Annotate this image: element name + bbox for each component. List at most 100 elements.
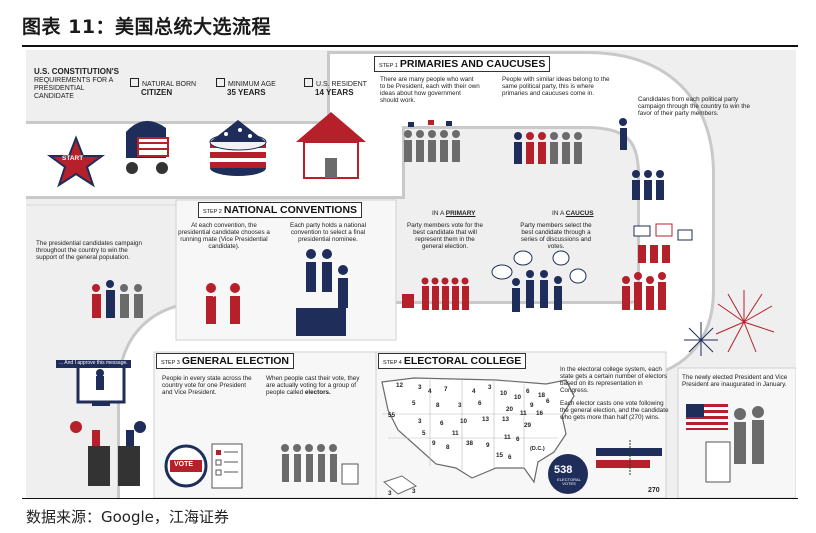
state-electoral-votes: 6 — [516, 436, 520, 443]
checkbox-icon — [304, 78, 313, 87]
state-electoral-votes: 55 — [388, 412, 396, 419]
electoral-total-caption: ELECTORAL VOTES — [557, 477, 581, 487]
requirement-small-label: NATURAL BORN — [142, 81, 197, 88]
step3-number: STEP 3 — [161, 360, 180, 366]
state-electoral-votes: 3 — [488, 384, 492, 391]
state-electoral-votes: 4 — [428, 388, 432, 395]
campaign-text: The presidential candidates campaign thr… — [36, 240, 143, 262]
step4-text-b: Each elector casts one vote following th… — [560, 400, 669, 422]
primary-heading: IN A PRIMARY — [432, 210, 475, 217]
dc-label: (D.C.) — [530, 446, 545, 452]
state-electoral-votes: 3 — [418, 384, 422, 391]
television-icon — [76, 364, 126, 406]
requirement-value: CITIZEN — [141, 87, 173, 97]
caucus-text: Party members select the best candidate … — [520, 222, 592, 251]
source-note: 数据来源：Google，江海证券 — [26, 508, 229, 526]
state-electoral-votes: 9 — [530, 402, 534, 409]
tv-caption: ... And I approve this message. — [56, 360, 131, 368]
step2-number: STEP 2 — [203, 209, 222, 215]
step4-number: STEP 4 — [383, 360, 402, 366]
step2-text-a: At each convention, the presidential can… — [178, 222, 270, 251]
state-electoral-votes: 5 — [412, 400, 416, 407]
requirements-subheader: REQUIREMENTS FOR A PRESIDENTIAL CANDIDAT… — [34, 76, 113, 100]
state-electoral-votes: 13 — [482, 416, 490, 423]
vote-badge-label: VOTE — [174, 461, 194, 468]
state-electoral-votes: 8 — [436, 402, 440, 409]
step1-title: PRIMARIES AND CAUCUSES — [399, 58, 546, 70]
state-electoral-votes: 16 — [536, 410, 544, 417]
state-electoral-votes: 6 — [508, 454, 512, 461]
step4-title: ELECTORAL COLLEGE — [403, 355, 522, 367]
state-electoral-votes: 13 — [502, 416, 510, 423]
primary-prefix: IN A — [432, 210, 444, 217]
requirement-small-label: MINIMUM AGE — [228, 81, 276, 88]
step1-heading: STEP 1 PRIMARIES AND CAUCUSES — [374, 56, 551, 72]
state-electoral-votes: 10 — [500, 390, 508, 397]
state-electoral-votes: 5 — [422, 430, 426, 437]
caucus-prefix: IN A — [552, 210, 564, 217]
state-electoral-votes: 8 — [446, 444, 450, 451]
infographic-art — [26, 51, 796, 498]
requirement-age: MINIMUM AGE 35 YEARS — [216, 78, 276, 98]
state-electoral-votes: 6 — [440, 420, 444, 427]
state-electoral-votes: 9 — [432, 440, 436, 447]
infographic: U.S. CONSTITUTION'S REQUIREMENTS FOR A P… — [26, 50, 796, 498]
step3-title: GENERAL ELECTION — [181, 355, 290, 367]
checkbox-icon — [130, 78, 139, 87]
requirement-residency: U.S. RESIDENT 14 YEARS — [304, 78, 367, 98]
state-electoral-votes: 10 — [514, 394, 522, 401]
step2-title: NATIONAL CONVENTIONS — [223, 204, 358, 216]
state-electoral-votes: 6 — [546, 398, 550, 405]
state-electoral-votes: 20 — [506, 406, 514, 413]
start-label: START — [62, 155, 84, 162]
caucus-label: CAUCUS — [565, 210, 594, 217]
state-electoral-votes: 3 — [388, 490, 392, 497]
ballot-sheet-icon — [211, 443, 243, 489]
state-electoral-votes: 3 — [418, 418, 422, 425]
primary-voters-icon — [402, 277, 469, 310]
party-groups-icon — [514, 132, 582, 164]
state-electoral-votes: 9 — [486, 442, 490, 449]
state-electoral-votes: 11 — [520, 410, 527, 417]
state-electoral-votes: 12 — [396, 382, 404, 389]
state-electoral-votes: 6 — [526, 388, 530, 395]
requirements-header: U.S. CONSTITUTION'S — [34, 67, 120, 76]
step1-text-b: People with similar ideas belong to the … — [502, 76, 610, 98]
top-rule — [22, 45, 798, 47]
state-electoral-votes: 29 — [524, 422, 532, 429]
requirement-value: 35 YEARS — [227, 87, 266, 97]
step3-text-b: When people cast their vote, they are ac… — [266, 375, 366, 396]
requirement-small-label: U.S. RESIDENT — [316, 81, 367, 88]
primary-text: Party members vote for the best candidat… — [407, 222, 483, 251]
requirements-block: U.S. CONSTITUTION'S REQUIREMENTS FOR A P… — [34, 67, 144, 100]
state-electoral-votes: 18 — [538, 392, 546, 399]
bottom-rule — [22, 498, 798, 499]
state-electoral-votes: 15 — [496, 452, 504, 459]
state-electoral-votes: 3 — [458, 402, 462, 409]
step1-text-c: Candidates from each political party cam… — [638, 96, 751, 118]
state-electoral-votes: 11 — [504, 434, 511, 441]
state-electoral-votes: 10 — [460, 418, 468, 425]
step2-text-b: Each party holds a national convention t… — [290, 222, 366, 244]
caucus-heading: IN A CAUCUS — [552, 210, 594, 217]
threshold-label: 270 — [648, 487, 660, 494]
primary-label: PRIMARY — [445, 210, 476, 217]
fireworks-icon — [715, 290, 775, 353]
step2-heading: STEP 2 NATIONAL CONVENTIONS — [198, 202, 363, 218]
figure-title: 图表 11：美国总统大选流程 — [22, 16, 272, 38]
requirement-citizen: NATURAL BORN CITIZEN — [130, 78, 196, 98]
state-electoral-votes: 7 — [444, 386, 448, 393]
step3-text-a: People in every state across the country… — [162, 375, 252, 397]
campaign-crowd-icon — [92, 280, 143, 318]
step4-text-a: In the electoral college system, each st… — [560, 366, 668, 395]
step3-text-b-bold: electors. — [304, 389, 331, 397]
step3-heading: STEP 3 GENERAL ELECTION — [156, 353, 295, 369]
state-electoral-votes: 4 — [472, 388, 476, 395]
state-electoral-votes: 3 — [412, 488, 416, 495]
inauguration-text: The newly elected President and Vice Pre… — [682, 374, 788, 389]
requirement-value: 14 YEARS — [315, 87, 354, 97]
us-flag-icon — [686, 404, 728, 430]
state-electoral-votes: 6 — [478, 400, 482, 407]
electoral-total: 538 — [554, 464, 573, 476]
checkbox-icon — [216, 78, 225, 87]
